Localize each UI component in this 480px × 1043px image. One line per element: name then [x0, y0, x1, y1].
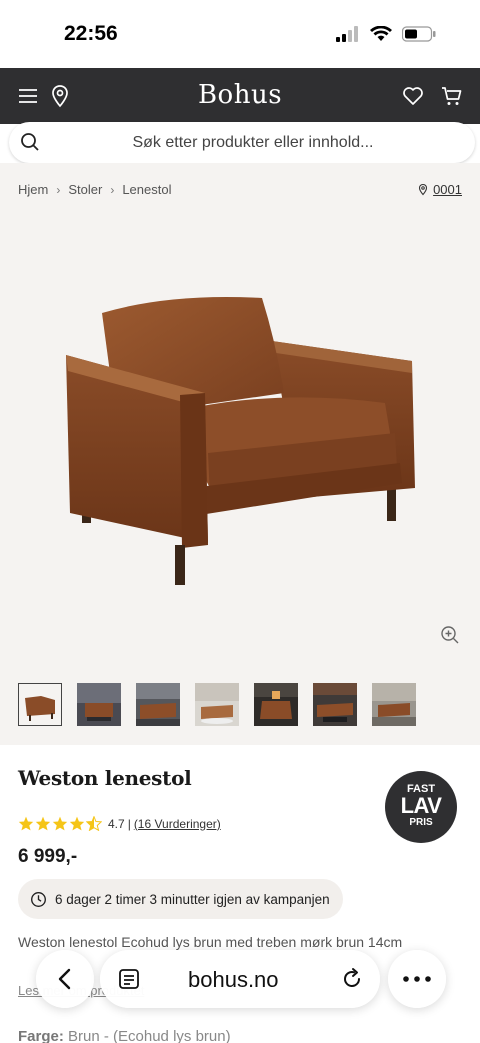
- heart-icon[interactable]: [401, 84, 425, 108]
- color-label: Farge:: [18, 1028, 64, 1043]
- badge-line-3: PRIS: [409, 817, 433, 828]
- location-pin-icon: [419, 183, 428, 196]
- chevron-right-icon: ›: [110, 182, 115, 197]
- battery-icon: [402, 26, 436, 42]
- search-bar: [9, 122, 475, 163]
- search-input[interactable]: [53, 122, 453, 163]
- breadcrumb-lenestol[interactable]: Lenestol: [122, 182, 171, 197]
- rating-value: 4.7: [108, 816, 125, 831]
- color-value: Brun - (Ecohud lys brun): [68, 1028, 231, 1043]
- search-icon[interactable]: [20, 132, 40, 152]
- product-gallery: Hjem › Stoler › Lenestol 0001: [0, 163, 480, 745]
- status-icons: [336, 26, 436, 42]
- thumbnail[interactable]: [195, 683, 239, 726]
- chevron-right-icon: ›: [56, 182, 61, 197]
- status-bar: 22:56: [0, 0, 480, 68]
- thumbnail-strip: [18, 683, 431, 726]
- browser-toolbar: bohus.no: [0, 948, 480, 1012]
- back-button[interactable]: [36, 950, 94, 1008]
- badge-line-2: LAV: [400, 793, 442, 818]
- star-half-icon: [86, 816, 102, 831]
- store-number: 0001: [433, 182, 462, 197]
- more-button[interactable]: [388, 950, 446, 1008]
- breadcrumb: Hjem › Stoler › Lenestol: [18, 182, 171, 197]
- thumbnail[interactable]: [77, 683, 121, 726]
- thumbnail[interactable]: [136, 683, 180, 726]
- star-rating: [18, 816, 102, 831]
- reviews-link[interactable]: (16 Vurderinger): [134, 817, 221, 831]
- campaign-timer: 6 dager 2 timer 3 minutter igjen av kamp…: [18, 879, 343, 919]
- address-bar[interactable]: bohus.no: [100, 950, 380, 1008]
- thumbnail[interactable]: [372, 683, 416, 726]
- wifi-icon: [370, 26, 392, 41]
- chevron-left-icon: [58, 968, 71, 990]
- zoom-icon[interactable]: [440, 625, 460, 645]
- breadcrumb-stoler[interactable]: Stoler: [68, 182, 102, 197]
- rating-separator: |: [127, 816, 131, 831]
- breadcrumb-home[interactable]: Hjem: [18, 182, 48, 197]
- tabs-icon: [119, 969, 139, 989]
- fast-lav-pris-badge: FAST LAV PRIS: [385, 771, 457, 843]
- thumbnail[interactable]: [254, 683, 298, 726]
- status-time: 22:56: [64, 22, 118, 45]
- thumbnail[interactable]: [18, 683, 62, 726]
- star-icon: [18, 816, 34, 831]
- star-icon: [52, 816, 68, 831]
- star-icon: [69, 816, 85, 831]
- product-rating: 4.7 | (16 Vurderinger): [18, 816, 221, 831]
- product-image[interactable]: [40, 283, 430, 603]
- cart-icon[interactable]: [440, 84, 464, 108]
- color-row: Farge: Brun - (Ecohud lys brun): [18, 1028, 231, 1043]
- location-pin-icon[interactable]: [48, 84, 72, 108]
- site-header: Bohus: [0, 68, 480, 124]
- url-text: bohus.no: [188, 967, 279, 992]
- campaign-text: 6 dager 2 timer 3 minutter igjen av kamp…: [55, 891, 330, 907]
- store-selector[interactable]: 0001: [417, 182, 462, 197]
- product-title: Weston lenestol: [18, 766, 192, 790]
- product-price: 6 999,-: [18, 846, 78, 867]
- signal-icon: [336, 26, 358, 42]
- menu-icon[interactable]: [16, 84, 40, 108]
- star-icon: [35, 816, 51, 831]
- more-icon: [403, 976, 431, 982]
- reload-icon[interactable]: [340, 967, 364, 991]
- thumbnail[interactable]: [313, 683, 357, 726]
- clock-icon: [31, 891, 46, 907]
